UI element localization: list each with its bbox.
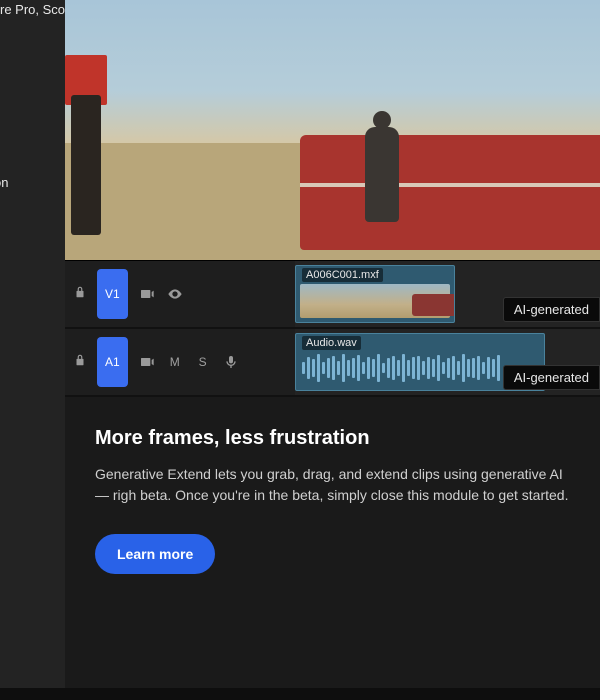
video-track-header: V1 [65,269,295,319]
lock-icon[interactable] [73,285,87,304]
sidebar-item-label[interactable]: on [0,175,8,190]
solo-toggle[interactable]: S [194,353,212,371]
timeline-panel: V1 A006C001.mxf AI-generated [65,260,600,397]
audio-track-body[interactable]: Audio.wav AI-generated [295,329,600,395]
lock-icon[interactable] [73,353,87,372]
source-patch-icon[interactable] [138,285,156,303]
learn-more-button[interactable]: Learn more [95,534,215,574]
source-patch-icon[interactable] [138,353,156,371]
video-clip[interactable]: A006C001.mxf [295,265,455,323]
audio-clip-name: Audio.wav [302,336,361,350]
audio-ai-badge: AI-generated [503,365,600,390]
mic-icon[interactable] [222,353,240,371]
mute-toggle[interactable]: M [166,353,184,371]
video-clip-name: A006C001.mxf [302,268,383,282]
audio-track-selector[interactable]: A1 [97,337,128,387]
video-track-selector[interactable]: V1 [97,269,128,319]
promo-body: Generative Extend lets you grab, drag, a… [95,464,570,506]
audio-track-header: A1 M S [65,337,295,387]
video-track: V1 A006C001.mxf AI-generated [65,261,600,329]
video-track-body[interactable]: A006C001.mxf AI-generated [295,261,600,327]
audio-track: A1 M S Audio.wav AI-generated [65,329,600,397]
main-panel: V1 A006C001.mxf AI-generated [65,0,600,700]
eye-icon[interactable] [166,285,184,303]
bottom-bar [0,688,600,700]
program-monitor[interactable] [65,0,600,260]
promo-panel: More frames, less frustration Generative… [65,397,600,700]
app-title: re Pro, Scott [0,2,72,17]
left-sidebar: re Pro, Scott on [0,0,65,700]
promo-heading: More frames, less frustration [95,427,570,450]
video-ai-badge: AI-generated [503,297,600,322]
